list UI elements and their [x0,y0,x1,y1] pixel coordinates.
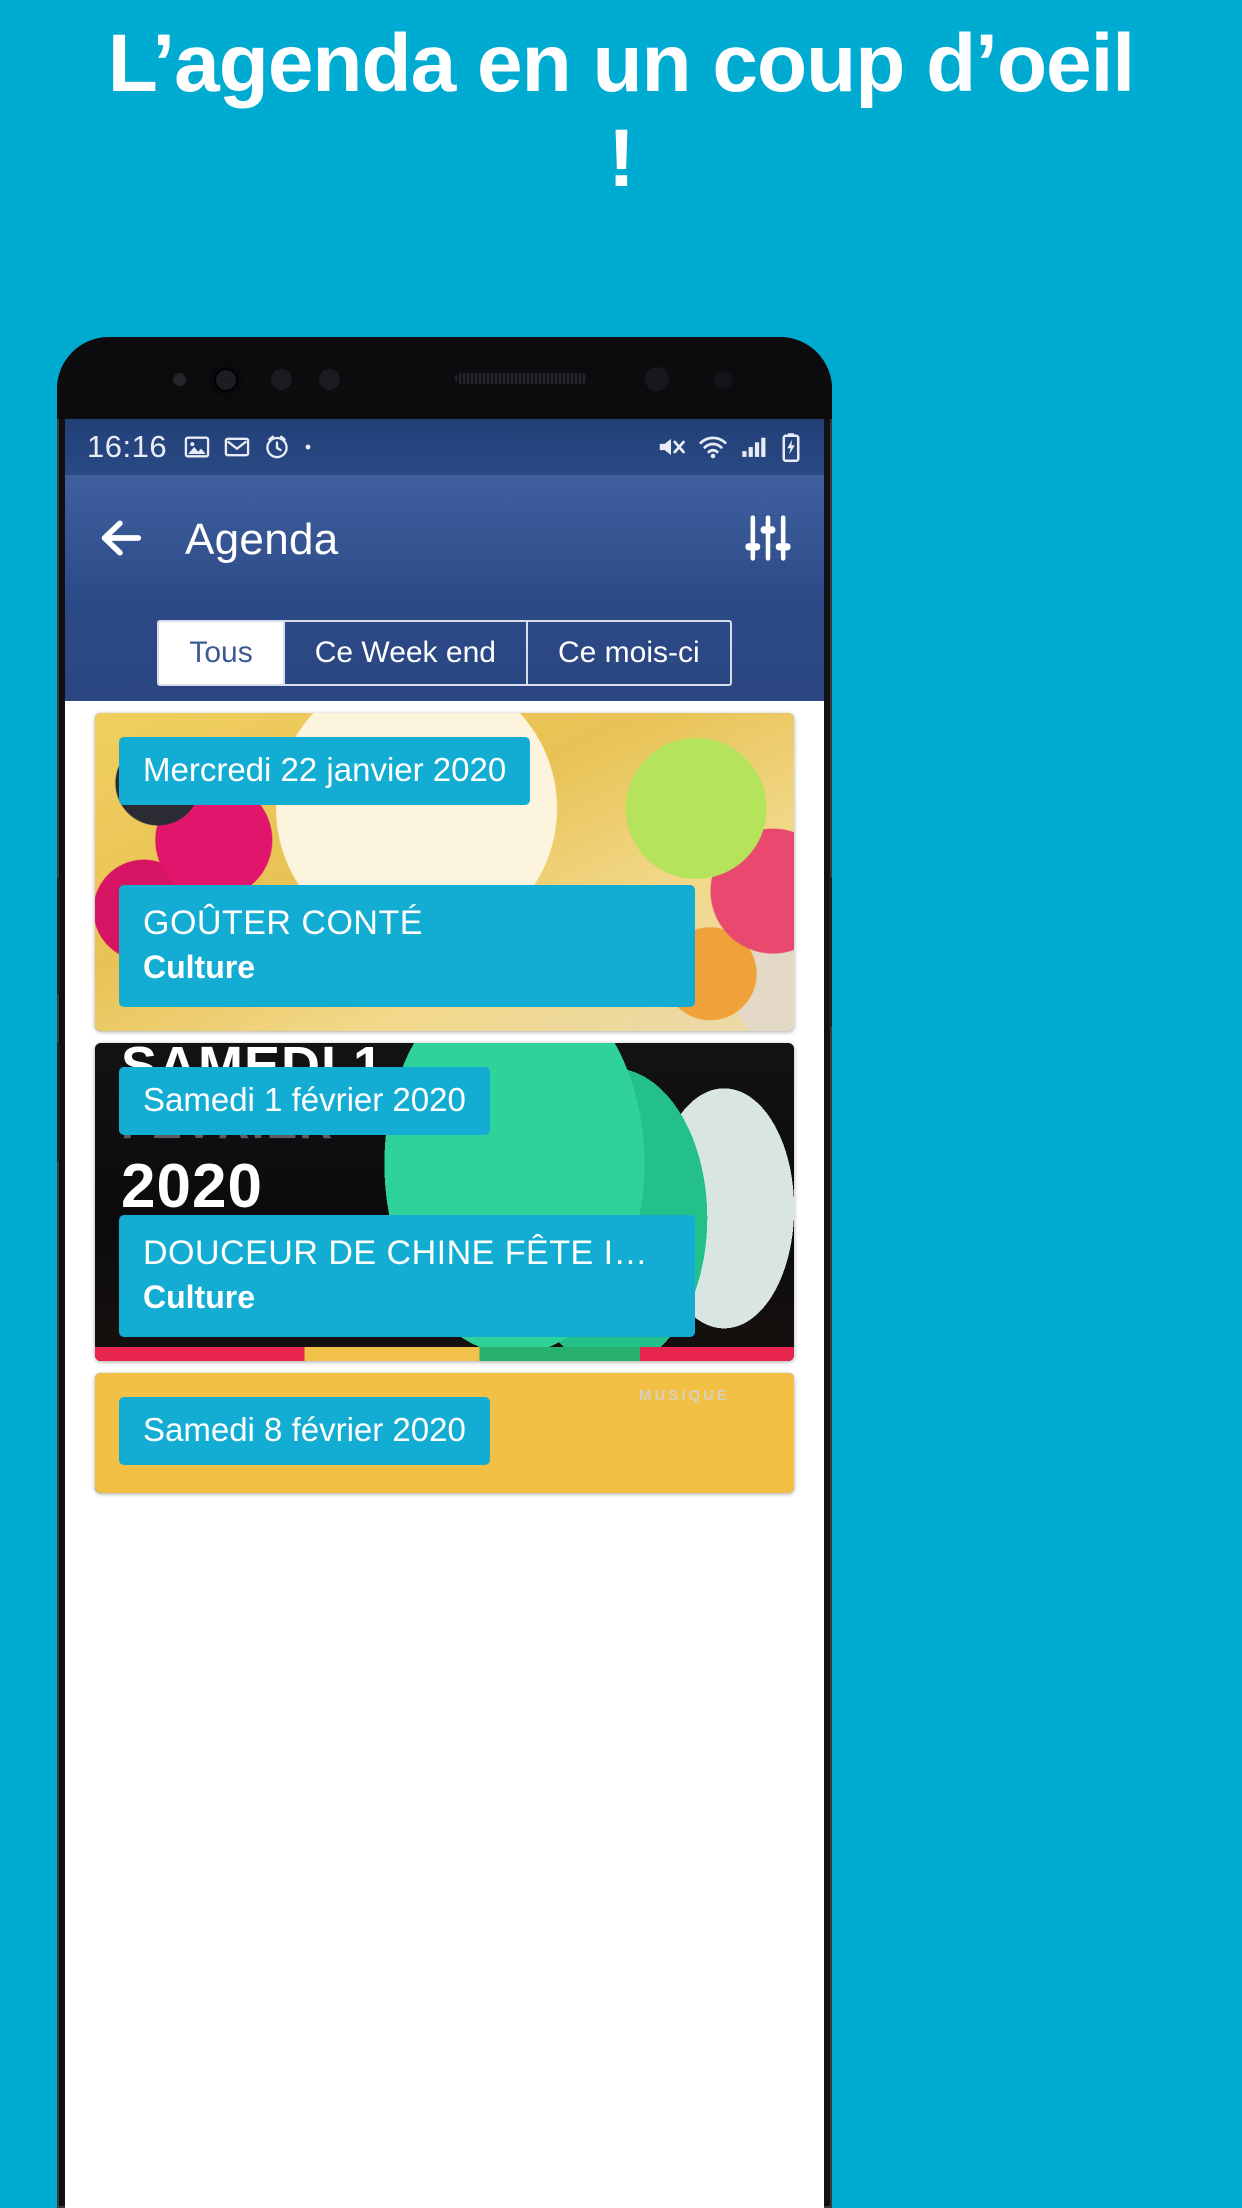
poster-color-strip [95,1347,794,1361]
filter-tabs-container: Tous Ce Week end Ce mois-ci [65,605,824,701]
phone-mockup: 16:16 Agenda Tous Ce Week end Ce mois-ci… [57,337,832,2208]
back-button[interactable] [95,512,147,569]
event-date-badge: Samedi 1 février 2020 [119,1067,490,1135]
status-bar-notifications [183,433,656,461]
event-category: Culture [143,1279,255,1315]
event-card[interactable]: MUSIQUE Samedi 8 février 2020 [95,1373,794,1493]
tune-sliders-icon [745,514,791,561]
front-camera-icon [209,363,243,397]
phone-button-right [829,877,832,1027]
event-title: GOÛTER CONTÉ [143,904,423,942]
arrow-left-icon [101,519,142,556]
tab-ce-mois-ci-label: Ce mois-ci [557,636,700,669]
app-bar: Agenda [65,475,824,605]
image-icon [184,436,210,458]
led-indicator-icon [714,371,732,389]
event-card[interactable]: Mercredi 22 janvier 2020 GOÛTER CONTÉ Cu… [95,713,794,1031]
tab-ce-week-end-label: Ce Week end [314,636,496,669]
phone-screen: 16:16 Agenda Tous Ce Week end Ce mois-ci… [65,419,824,2208]
phone-button-left-lower [57,1042,60,1162]
earpiece-speaker-icon [455,373,587,384]
poster-shape [524,1413,794,1493]
tab-ce-mois-ci[interactable]: Ce mois-ci [528,622,730,684]
sensor-proximity-icon [271,369,292,390]
sensor-dot-icon [173,373,186,386]
tab-tous-label: Tous [189,636,253,669]
clock-icon [266,435,288,459]
event-date-badge: Mercredi 22 janvier 2020 [119,737,531,805]
battery-charging-icon [782,433,800,462]
event-list[interactable]: Mercredi 22 janvier 2020 GOÛTER CONTÉ Cu… [65,701,824,2208]
status-bar-clock: 16:16 [87,429,168,464]
segmented-control: Tous Ce Week end Ce mois-ci [157,620,732,686]
poster-badge: MUSIQUE [638,1387,730,1404]
dot-icon [305,444,311,450]
iris-scanner-icon [645,367,669,391]
promo-headline: L’agenda en un coup d’oeil ! [107,18,1135,204]
tab-ce-week-end[interactable]: Ce Week end [285,622,528,684]
event-card[interactable]: SAMEDI 1 FÉVRIER 2020 À 20H30 Samedi 1 f… [95,1043,794,1361]
wifi-icon [699,436,727,459]
tab-tous[interactable]: Tous [159,622,285,684]
event-info-band: GOÛTER CONTÉ Culture [119,885,695,1007]
filter-button[interactable] [742,512,794,569]
status-bar-system-icons [656,432,802,462]
event-info-band: DOUCEUR DE CHINE FÊTE IMPÉRIA... Culture [119,1215,695,1337]
signal-icon [742,437,766,457]
event-category: Culture [143,949,255,985]
gmail-icon [224,437,250,457]
mute-icon [659,438,685,456]
phone-bezel [57,337,832,419]
poster-year: 2020 [121,1152,263,1221]
status-bar: 16:16 [65,419,824,475]
event-title: DOUCEUR DE CHINE FÊTE IMPÉRIA... [143,1234,671,1272]
page-title: Agenda [185,515,339,564]
event-date-badge: Samedi 8 février 2020 [119,1397,490,1465]
phone-button-left-upper [57,877,60,995]
sensor-light-icon [319,369,340,390]
